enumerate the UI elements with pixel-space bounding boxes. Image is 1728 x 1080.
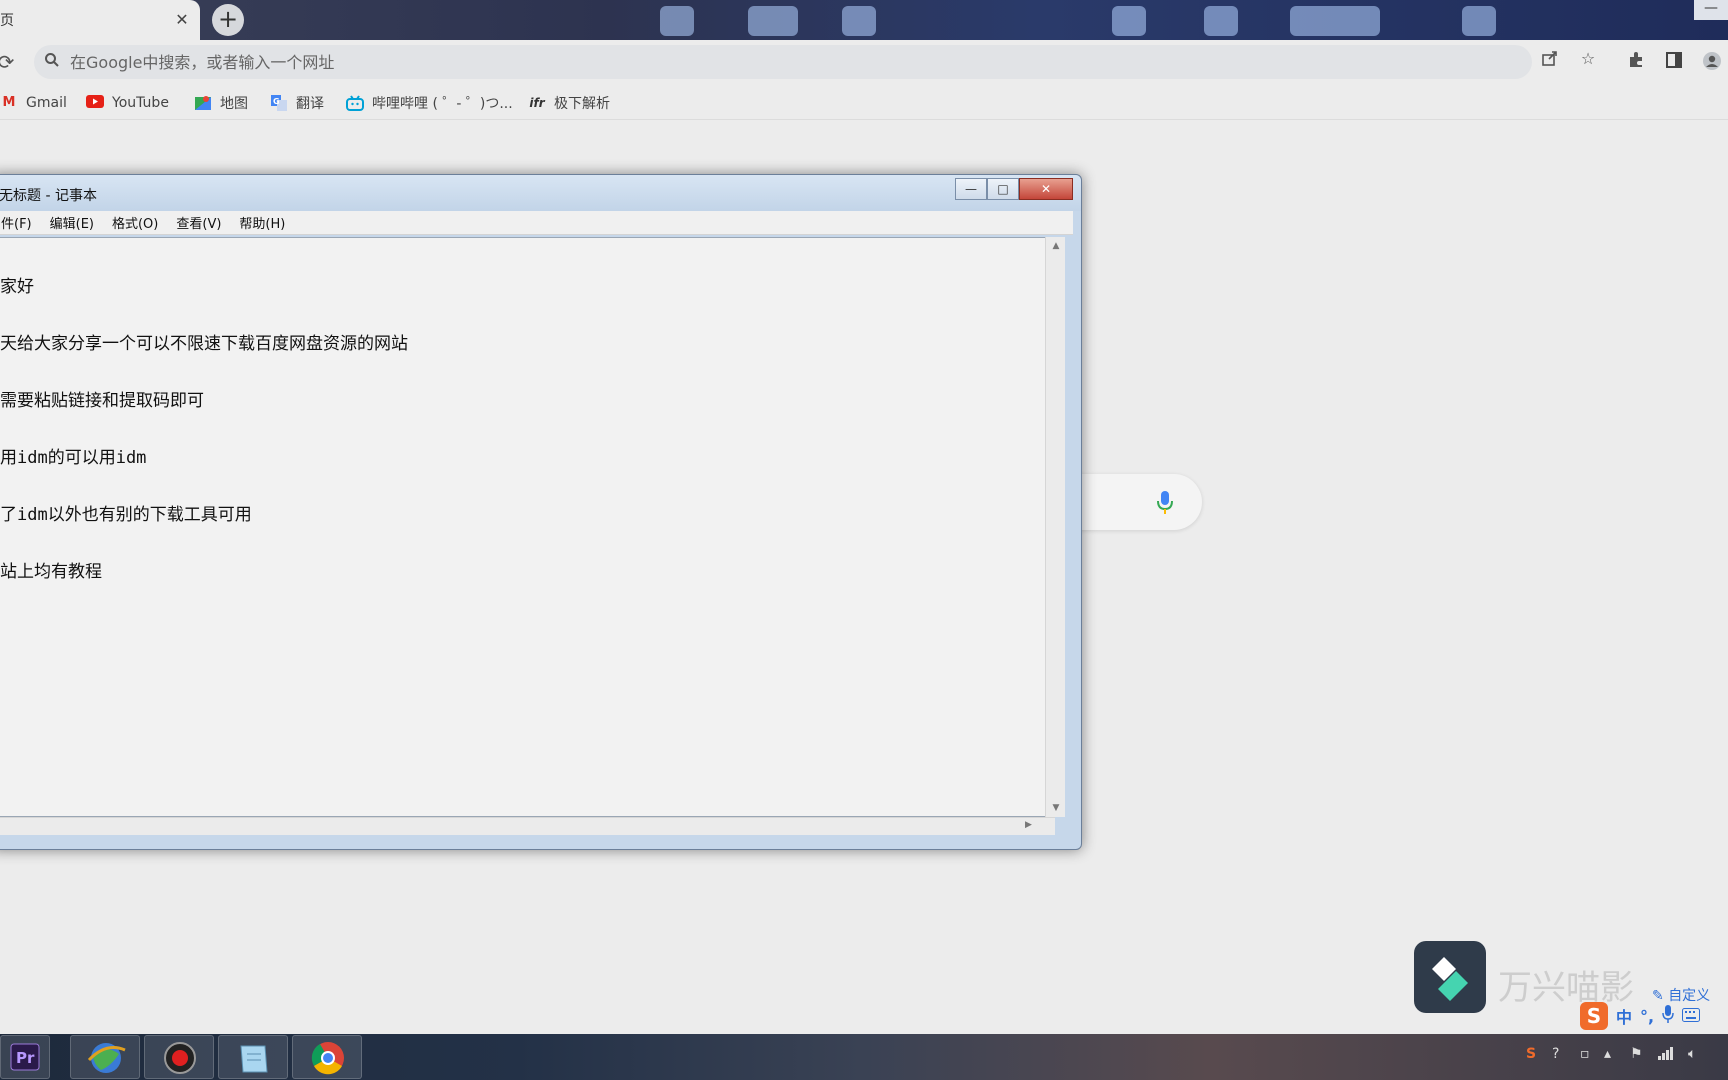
close-button[interactable]: ✕ <box>1019 178 1073 200</box>
bilibili-icon <box>346 95 364 111</box>
browser-tab[interactable]: 页 ✕ <box>0 0 200 40</box>
record-icon[interactable] <box>144 1035 214 1079</box>
bookmark-bilibili[interactable]: 哔哩哔哩 ( ゜- ゜)つ... <box>346 92 513 114</box>
menu-help[interactable]: 帮助(H) <box>239 213 285 232</box>
side-panel-icon[interactable] <box>1662 51 1686 75</box>
chrome-icon[interactable] <box>292 1035 362 1079</box>
menu-view[interactable]: 查看(V) <box>176 213 221 232</box>
menu-file[interactable]: 件(F) <box>1 213 32 232</box>
scroll-right-icon[interactable]: ▶ <box>1025 820 1032 830</box>
background-decoration <box>660 6 694 36</box>
scroll-up-icon[interactable]: ▲ <box>1046 241 1066 251</box>
browser-tab-strip: 页 ✕ + — <box>0 0 1728 40</box>
bookmark-label: 地图 <box>220 96 248 112</box>
notepad-icon[interactable] <box>218 1035 288 1079</box>
background-decoration <box>842 6 876 36</box>
ime-keyboard-icon[interactable] <box>1682 1007 1701 1026</box>
jixia-icon: ifr <box>529 96 545 110</box>
bookmark-translate[interactable]: G 翻译 <box>270 92 324 114</box>
text-line: 天给大家分享一个可以不限速下载百度网盘资源的网站 <box>0 334 408 354</box>
premiere-pro-icon[interactable]: Pr <box>0 1035 50 1079</box>
bookmark-label: 极下解析 <box>554 96 610 112</box>
minimize-button[interactable]: — <box>955 178 987 200</box>
horizontal-scrollbar[interactable]: ▶ <box>0 817 1055 835</box>
bookmark-label: YouTube <box>112 95 169 111</box>
maps-icon <box>194 95 212 111</box>
youtube-icon <box>86 95 104 111</box>
window-minimize-button[interactable]: — <box>1694 0 1728 20</box>
bookmark-label: Gmail <box>26 95 67 111</box>
text-line: 站上均有教程 <box>0 562 102 582</box>
voice-search-mic-icon[interactable] <box>1155 490 1175 516</box>
address-bar[interactable] <box>34 45 1532 79</box>
menu-format[interactable]: 格式(O) <box>112 213 158 232</box>
bookmark-star-icon[interactable]: ☆ <box>1576 49 1600 68</box>
tray-flag-icon[interactable]: ⚑ <box>1630 1046 1643 1062</box>
background-decoration <box>1112 6 1146 36</box>
sogou-logo-icon[interactable]: S <box>1580 1002 1608 1030</box>
text-line: 用idm的可以用idm <box>0 448 147 468</box>
windows-taskbar: Pr S ? ▫ ▴ ⚑ 🔈︎ <box>0 1034 1728 1080</box>
share-icon[interactable] <box>1538 49 1562 71</box>
menu-edit[interactable]: 编辑(E) <box>50 213 94 232</box>
background-decoration <box>1204 6 1238 36</box>
ime-voice-icon[interactable] <box>1662 1005 1674 1027</box>
notepad-titlebar[interactable]: 无标题 - 记事本 — □ ✕ <box>0 175 1081 211</box>
profile-avatar-icon[interactable] <box>1700 51 1724 75</box>
bookmark-jixia[interactable]: ifr 极下解析 <box>528 92 610 114</box>
bookmark-label: 哔哩哔哩 ( ゜- ゜)つ... <box>372 96 513 112</box>
tray-window-icon[interactable]: ▫ <box>1580 1046 1590 1062</box>
tray-volume-icon[interactable]: 🔈︎ <box>1688 1046 1696 1062</box>
translate-icon: G <box>270 95 288 111</box>
tray-help-icon[interactable]: ? <box>1552 1046 1559 1062</box>
notepad-title: 无标题 - 记事本 <box>0 188 97 204</box>
background-decoration <box>1462 6 1496 36</box>
notepad-window[interactable]: 无标题 - 记事本 — □ ✕ 件(F) 编辑(E) 格式(O) 查看(V) 帮… <box>0 174 1082 850</box>
bookmark-youtube[interactable]: YouTube <box>86 92 169 114</box>
text-line: 需要粘贴链接和提取码即可 <box>0 391 204 411</box>
ime-toolbar[interactable]: S 中 °, <box>1580 1000 1728 1032</box>
notepad-menubar: 件(F) 编辑(E) 格式(O) 查看(V) 帮助(H) <box>0 211 1073 235</box>
notepad-text-area[interactable]: 家好 天给大家分享一个可以不限速下载百度网盘资源的网站 需要粘贴链接和提取码即可… <box>0 237 1055 817</box>
tray-expand-icon[interactable]: ▴ <box>1604 1046 1611 1062</box>
new-tab-button[interactable]: + <box>212 4 244 36</box>
address-input[interactable] <box>70 52 1370 72</box>
tray-network-icon[interactable] <box>1658 1046 1674 1064</box>
tray-sogou-icon[interactable]: S <box>1526 1046 1536 1062</box>
ime-punctuation-toggle[interactable]: °, <box>1640 1007 1654 1026</box>
gmail-icon: M <box>2 95 16 110</box>
text-line: 家好 <box>0 277 34 297</box>
background-decoration <box>748 6 798 36</box>
bookmark-gmail[interactable]: M Gmail <box>0 92 67 114</box>
close-tab-icon[interactable]: ✕ <box>172 10 192 30</box>
search-icon <box>34 52 70 72</box>
background-decoration <box>1290 6 1380 36</box>
ime-mode-toggle[interactable]: 中 <box>1616 1004 1632 1028</box>
tab-title: 页 <box>0 13 14 29</box>
notepad-content: 家好 天给大家分享一个可以不限速下载百度网盘资源的网站 需要粘贴链接和提取码即可… <box>0 240 408 620</box>
extensions-icon[interactable] <box>1624 51 1648 75</box>
browser-globe-icon[interactable] <box>70 1035 140 1079</box>
bookmark-maps[interactable]: 地图 <box>194 92 248 114</box>
scroll-down-icon[interactable]: ▼ <box>1046 803 1066 813</box>
svg-text:Pr: Pr <box>16 1049 35 1067</box>
reload-icon[interactable]: ⟳ <box>0 50 18 74</box>
bookmark-label: 翻译 <box>296 96 324 112</box>
filmora-logo-icon <box>1414 941 1486 1013</box>
vertical-scrollbar[interactable]: ▲ ▼ <box>1045 237 1065 817</box>
text-line: 了idm以外也有别的下载工具可用 <box>0 505 252 525</box>
bookmarks-bar: M Gmail YouTube 地图 G 翻译 哔哩哔哩 ( ゜- ゜)つ...… <box>0 84 1728 120</box>
browser-toolbar: ⟳ ☆ <box>0 40 1728 84</box>
svg-text:G: G <box>273 97 280 106</box>
maximize-button[interactable]: □ <box>987 178 1019 200</box>
